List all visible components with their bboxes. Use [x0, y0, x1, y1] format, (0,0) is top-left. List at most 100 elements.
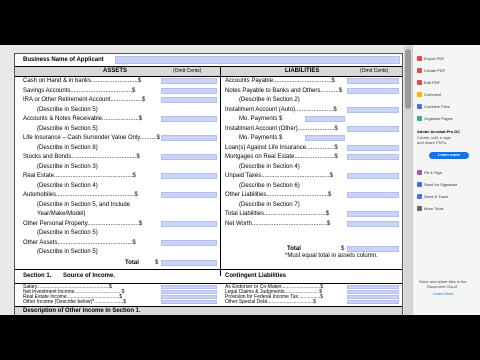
tools-panel: Adobe Acrobat Pro DC Create, edit, e-sig… — [412, 45, 480, 315]
asset-note: (Describe in Section 3) — [37, 163, 98, 170]
asset-note: Year/Make/Model) — [37, 211, 86, 217]
asset-amount-field[interactable] — [161, 87, 217, 94]
learn-more-button[interactable]: Learn more — [429, 152, 469, 159]
liability-note: (Describe in Section 6) — [239, 182, 300, 189]
liability-label: Total Liabilities.......................… — [225, 211, 330, 217]
asset-note: (Describe in Section 5, and Include — [37, 201, 131, 208]
liability-amount-field[interactable] — [347, 220, 399, 227]
income-amount-field[interactable] — [161, 290, 217, 294]
liability-note: (Describe in Section 4) — [239, 163, 300, 170]
tool-icon — [417, 169, 422, 175]
liability-label: Other Liabilities.......................… — [225, 192, 332, 198]
asset-amount-field[interactable] — [161, 239, 217, 246]
income-amount-field[interactable] — [161, 285, 217, 289]
liability-label: Mortgages on Real Estate................… — [225, 154, 338, 160]
liability-amount-field[interactable] — [347, 125, 399, 132]
other-income-label: Description of Other Income in Section 1… — [23, 308, 141, 314]
liability-label: Accounts Payable........................… — [225, 78, 335, 84]
tool-item[interactable]: More Tools — [417, 205, 444, 211]
tool-icon — [417, 79, 422, 85]
liability-amount-field[interactable] — [347, 78, 399, 84]
asset-note: (Describe in Section 5) — [37, 125, 98, 132]
asset-label: Accounts & Notes Receivable.............… — [23, 116, 143, 122]
liab-total-label: Total — [287, 246, 301, 252]
business-name-field[interactable] — [115, 56, 400, 64]
liability-note: (Describe in Section 2) — [239, 97, 300, 103]
business-name-label: Business Name of Applicant — [23, 57, 104, 63]
contingent-amount-field[interactable] — [347, 295, 399, 299]
asset-amount-field[interactable] — [161, 173, 217, 179]
income-amount-field[interactable] — [161, 295, 217, 299]
asset-note: (Describe in Section 5) — [37, 230, 98, 236]
footer-text-2: Document Cloud — [427, 284, 457, 289]
asset-label: Cash on Hand & in banks.................… — [23, 78, 142, 84]
tool-item[interactable]: Create PDF — [417, 67, 445, 73]
contingent-amount-field[interactable] — [347, 300, 399, 304]
liability-note: (Describe in Section 7) — [239, 201, 300, 208]
tool-icon — [417, 103, 422, 109]
section1-label: Section 1. — [23, 273, 52, 279]
column-header-bar — [15, 67, 402, 76]
asset-amount-field[interactable] — [161, 220, 217, 227]
tool-icon — [417, 55, 422, 61]
asset-label: Stocks and Bonds........................… — [23, 154, 140, 160]
tool-label: Edit PDF — [424, 79, 441, 85]
tool-label: Create PDF — [424, 67, 446, 73]
asset-label: Life Insurance – Cash Surrender Value On… — [23, 135, 160, 141]
asset-amount-field[interactable] — [161, 97, 217, 103]
asset-amount-field[interactable] — [161, 154, 217, 160]
footer-link[interactable]: Learn More — [433, 291, 453, 296]
tool-icon — [417, 205, 422, 211]
liability-amount-field[interactable] — [347, 154, 399, 160]
tool-label: Organize Pages — [424, 115, 453, 121]
liability-label: Mo. Payments $ — [239, 135, 283, 141]
tool-item[interactable]: Edit PDF — [417, 79, 440, 85]
section1-title: Source of Income. — [63, 273, 116, 279]
liab-total-dollar: $ — [341, 246, 345, 252]
income-amount-field[interactable] — [161, 300, 217, 304]
liability-amount-field[interactable] — [347, 192, 399, 198]
asset-label: Savings Accounts........................… — [23, 87, 136, 94]
tool-item[interactable]: Send for Signature — [417, 181, 457, 187]
liability-amount-field[interactable] — [347, 87, 399, 94]
asset-note: (Describe in Section 5) — [37, 106, 98, 113]
contingent-amount-field[interactable] — [347, 285, 399, 289]
asset-note: (Describe in Section 5) — [37, 249, 98, 255]
vertical-scrollbar[interactable] — [404, 45, 412, 315]
tool-item[interactable]: Organize Pages — [417, 115, 453, 121]
tool-item[interactable]: Fill & Sign — [417, 169, 442, 175]
tool-label: Send & Track — [424, 193, 449, 199]
tool-label: Combine Files — [424, 103, 450, 109]
liability-amount-field[interactable] — [347, 106, 399, 113]
tool-item[interactable]: Combine Files — [417, 103, 450, 109]
tool-icon — [417, 181, 422, 187]
liability-label: Installment Account (Other).............… — [225, 125, 338, 132]
scrollbar-thumb[interactable] — [405, 49, 411, 109]
asset-amount-field[interactable] — [161, 192, 217, 198]
asset-label: Other Personal Property.................… — [23, 220, 143, 227]
tool-item[interactable]: Send & Track — [417, 193, 448, 199]
tool-item[interactable]: Export PDF — [417, 55, 445, 61]
promo-text-2: and share PDFs. — [417, 140, 448, 145]
liab-total-field[interactable] — [347, 246, 399, 252]
asset-label: Real Estate.............................… — [23, 173, 136, 179]
monthly-payment-field[interactable] — [305, 116, 345, 122]
tool-item[interactable]: Comment — [417, 91, 441, 97]
assets-total-field[interactable] — [161, 260, 217, 266]
tool-label: Send for Signature — [424, 181, 458, 187]
tool-label: Export PDF — [424, 55, 445, 61]
tool-label: More Tools — [424, 205, 444, 211]
liability-amount-field[interactable] — [347, 211, 399, 217]
asset-amount-field[interactable] — [161, 135, 217, 141]
asset-amount-field[interactable] — [161, 78, 217, 84]
assets-header: ASSETS — [103, 68, 128, 74]
contingent-amount-field[interactable] — [347, 290, 399, 294]
monthly-payment-field[interactable] — [305, 135, 345, 141]
promo-title: Adobe Acrobat Pro DC — [417, 129, 461, 134]
tool-icon — [417, 115, 422, 121]
liability-amount-field[interactable] — [347, 173, 399, 179]
tool-icon — [417, 91, 422, 97]
liability-amount-field[interactable] — [347, 144, 399, 151]
liability-label: Net Worth...............................… — [225, 220, 331, 227]
asset-amount-field[interactable] — [161, 116, 217, 122]
